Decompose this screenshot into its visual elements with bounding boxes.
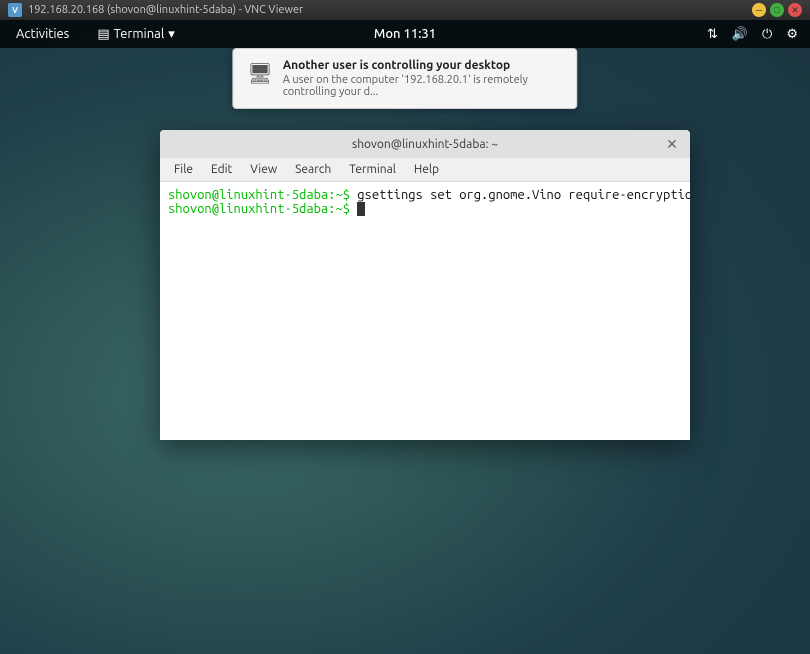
terminal-menu-search[interactable]: Search [287, 161, 339, 178]
vnc-maximize-button[interactable]: □ [770, 3, 784, 17]
app-menu-arrow-icon: ▾ [168, 27, 175, 42]
terminal-menu-edit[interactable]: Edit [203, 161, 240, 178]
desktop: V 192.168.20.168 (shovon@linuxhint-5daba… [0, 0, 810, 654]
term-prompt-1: shovon@linuxhint-5daba:~$ [168, 188, 357, 202]
notification-tooltip: 🖥 Another user is controlling your deskt… [232, 48, 577, 109]
gnome-clock[interactable]: Mon 11:31 [374, 27, 436, 41]
settings-icon[interactable]: ⚙ [782, 25, 802, 44]
terminal-menu-file[interactable]: File [166, 161, 201, 178]
terminal-menu-help[interactable]: Help [406, 161, 447, 178]
term-command-1: gsettings set org.gnome.Vino require-enc… [357, 188, 690, 202]
terminal-window: shovon@linuxhint-5daba: ~ ✕ File Edit Vi… [160, 130, 690, 440]
terminal-body[interactable]: shovon@linuxhint-5daba:~$ gsettings set … [160, 182, 690, 440]
vnc-titlebar: V 192.168.20.168 (shovon@linuxhint-5daba… [0, 0, 810, 20]
vnc-close-button[interactable]: ✕ [788, 3, 802, 17]
vnc-titlebar-left: V 192.168.20.168 (shovon@linuxhint-5daba… [8, 3, 752, 17]
gnome-app-menu[interactable]: ▤ Terminal ▾ [85, 20, 186, 48]
gnome-topbar: Activities ▤ Terminal ▾ Mon 11:31 ⇅ 🔊 ⏻ … [0, 20, 810, 48]
terminal-close-button[interactable]: ✕ [664, 136, 680, 152]
term-prompt-2: shovon@linuxhint-5daba:~$ [168, 202, 357, 216]
term-line-2: shovon@linuxhint-5daba:~$ [168, 202, 690, 216]
terminal-title: shovon@linuxhint-5daba: ~ [352, 138, 498, 151]
sound-icon[interactable]: 🔊 [728, 25, 752, 44]
term-cursor [357, 202, 365, 216]
notification-title: Another user is controlling your desktop [283, 59, 563, 72]
notification-text-block: Another user is controlling your desktop… [283, 59, 563, 98]
terminal-text-area[interactable]: shovon@linuxhint-5daba:~$ gsettings set … [160, 182, 690, 440]
terminal-icon: ▤ [97, 27, 109, 42]
notification-remote-icon: 🖥 [247, 61, 272, 85]
vnc-app-icon: V [8, 3, 22, 17]
notification-body: A user on the computer '192.168.20.1' is… [283, 74, 563, 98]
terminal-menubar: File Edit View Search Terminal Help [160, 158, 690, 182]
term-line-1: shovon@linuxhint-5daba:~$ gsettings set … [168, 188, 690, 202]
vnc-minimize-button[interactable]: ─ [752, 3, 766, 17]
vnc-titlebar-controls: ─ □ ✕ [752, 3, 802, 17]
terminal-titlebar: shovon@linuxhint-5daba: ~ ✕ [160, 130, 690, 158]
gnome-systray: ⇅ 🔊 ⏻ ⚙ [703, 25, 802, 44]
power-icon[interactable]: ⏻ [758, 25, 776, 44]
network-icon[interactable]: ⇅ [703, 25, 722, 44]
vnc-title-text: 192.168.20.168 (shovon@linuxhint-5daba) … [28, 4, 303, 16]
terminal-menu-view[interactable]: View [242, 161, 285, 178]
terminal-menu-terminal[interactable]: Terminal [341, 161, 404, 178]
gnome-activities-button[interactable]: Activities [0, 20, 85, 48]
